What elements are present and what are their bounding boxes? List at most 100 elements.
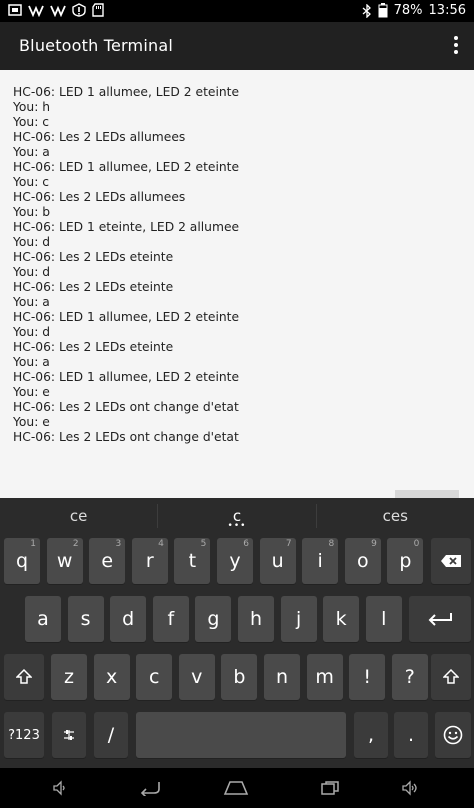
key-h[interactable]: h — [238, 596, 274, 642]
home-icon[interactable] — [222, 778, 250, 798]
backspace-icon — [441, 555, 461, 567]
key-y[interactable]: y6 — [217, 538, 253, 584]
key-label: u — [271, 550, 284, 572]
notification-icons — [8, 3, 104, 17]
message-line: You: c — [13, 175, 50, 189]
message-line: You: c — [13, 115, 50, 129]
recent-apps-icon[interactable] — [318, 778, 342, 798]
enter-key[interactable] — [409, 596, 471, 642]
key-z[interactable]: z — [51, 654, 87, 700]
key-g[interactable]: g — [195, 596, 232, 642]
enter-icon — [428, 613, 452, 626]
key-f[interactable]: f — [152, 596, 189, 642]
message-line: You: b — [13, 205, 51, 219]
settings-sliders-icon — [64, 730, 74, 740]
bluetooth-icon — [362, 3, 371, 18]
key-u[interactable]: u7 — [259, 538, 296, 584]
message-line: HC-06: Les 2 LEDs allumees — [13, 190, 186, 204]
shift-icon — [443, 669, 459, 684]
message-line: HC-06: Les 2 LEDs eteinte — [13, 250, 174, 264]
key-t[interactable]: t5 — [174, 538, 211, 584]
message-line: You: e — [13, 415, 50, 429]
emoji-key[interactable] — [435, 712, 471, 758]
key-d[interactable]: d — [110, 596, 147, 642]
key-number-hint: 8 — [328, 539, 335, 549]
key-k[interactable]: k — [323, 596, 360, 642]
message-line: You: a — [13, 355, 50, 369]
key-b[interactable]: b — [221, 654, 258, 700]
comma-key[interactable]: , — [354, 712, 388, 758]
key-c[interactable]: c — [136, 654, 173, 700]
key-label: t — [188, 550, 197, 572]
shift-key-left[interactable] — [4, 654, 44, 700]
message-line: You: d — [13, 325, 51, 339]
key-q[interactable]: q1 — [4, 538, 40, 584]
navigation-bar — [0, 768, 474, 808]
key-label: b — [233, 666, 246, 688]
key-label: n — [275, 666, 289, 688]
key-label: o — [356, 550, 369, 572]
suggestion-middle[interactable]: c ••• — [158, 498, 315, 534]
settings-key[interactable] — [52, 712, 86, 758]
key-x[interactable]: x — [93, 654, 130, 700]
signal-icon — [28, 5, 44, 17]
key-label: m — [315, 666, 334, 688]
key-label: a — [37, 608, 49, 630]
symbols-key[interactable]: ?123 — [4, 712, 44, 758]
key-question[interactable]: ? — [391, 654, 428, 700]
shift-key-right[interactable] — [431, 654, 471, 700]
key-n[interactable]: n — [264, 654, 300, 700]
key-number-hint: 1 — [30, 539, 36, 549]
back-icon[interactable] — [138, 778, 162, 798]
key-w[interactable]: w2 — [46, 538, 83, 584]
message-line: HC-06: Les 2 LEDs ont change d'etat — [13, 400, 239, 414]
message-line: HC-06: LED 1 allumee, LED 2 eteinte — [13, 85, 240, 99]
key-label: q — [15, 550, 29, 572]
volume-up-icon[interactable] — [398, 778, 422, 798]
key-label: e — [101, 550, 114, 572]
slash-key[interactable]: / — [94, 712, 128, 758]
key-v[interactable]: v — [178, 654, 215, 700]
key-number-hint: 5 — [200, 539, 207, 549]
key-label: d — [122, 608, 135, 630]
backspace-key[interactable] — [431, 538, 471, 584]
key-label: s — [80, 608, 91, 630]
key-l[interactable]: l — [365, 596, 402, 642]
key-label: l — [381, 608, 387, 630]
key-o[interactable]: o9 — [344, 538, 381, 584]
key-label: i — [317, 550, 323, 572]
key-e[interactable]: e3 — [89, 538, 126, 584]
key-m[interactable]: m — [306, 654, 343, 700]
key-label: v — [191, 666, 203, 688]
message-line: HC-06: Les 2 LEDs ont change d'etat — [13, 430, 239, 444]
period-key[interactable]: . — [394, 712, 428, 758]
key-number-hint: 2 — [72, 539, 79, 549]
screenshot-icon — [8, 4, 22, 16]
key-j[interactable]: j — [280, 596, 317, 642]
key-p[interactable]: p0 — [387, 538, 424, 584]
message-line: HC-06: LED 1 allumee, LED 2 eteinte — [13, 160, 240, 174]
space-bar[interactable] — [136, 712, 346, 758]
message-line: You: h — [13, 100, 51, 114]
suggestion-left[interactable]: ce — [0, 498, 157, 534]
overflow-menu-icon[interactable] — [448, 34, 464, 58]
volume-down-icon[interactable] — [48, 778, 72, 798]
key-label: g — [207, 608, 220, 630]
message-log[interactable]: HC-06: LED 1 allumee, LED 2 eteinte You: … — [13, 85, 239, 445]
key-r[interactable]: r4 — [131, 538, 168, 584]
message-line: You: d — [13, 265, 51, 279]
key-exclamation[interactable]: ! — [349, 654, 386, 700]
key-a[interactable]: a — [25, 596, 61, 642]
emoji-icon — [443, 725, 463, 745]
key-label: ? — [404, 666, 415, 688]
key-i[interactable]: i8 — [302, 538, 339, 584]
key-number-hint: 7 — [285, 539, 292, 549]
key-s[interactable]: s — [67, 596, 104, 642]
battery-icon — [378, 3, 388, 18]
key-label: w — [56, 550, 73, 572]
message-line: HC-06: LED 1 allumee, LED 2 eteinte — [13, 370, 240, 384]
more-suggestions-dots: ••• — [227, 521, 247, 531]
message-line: You: a — [13, 295, 50, 309]
clock: 13:56 — [428, 3, 466, 18]
suggestion-right[interactable]: ces — [317, 498, 474, 534]
